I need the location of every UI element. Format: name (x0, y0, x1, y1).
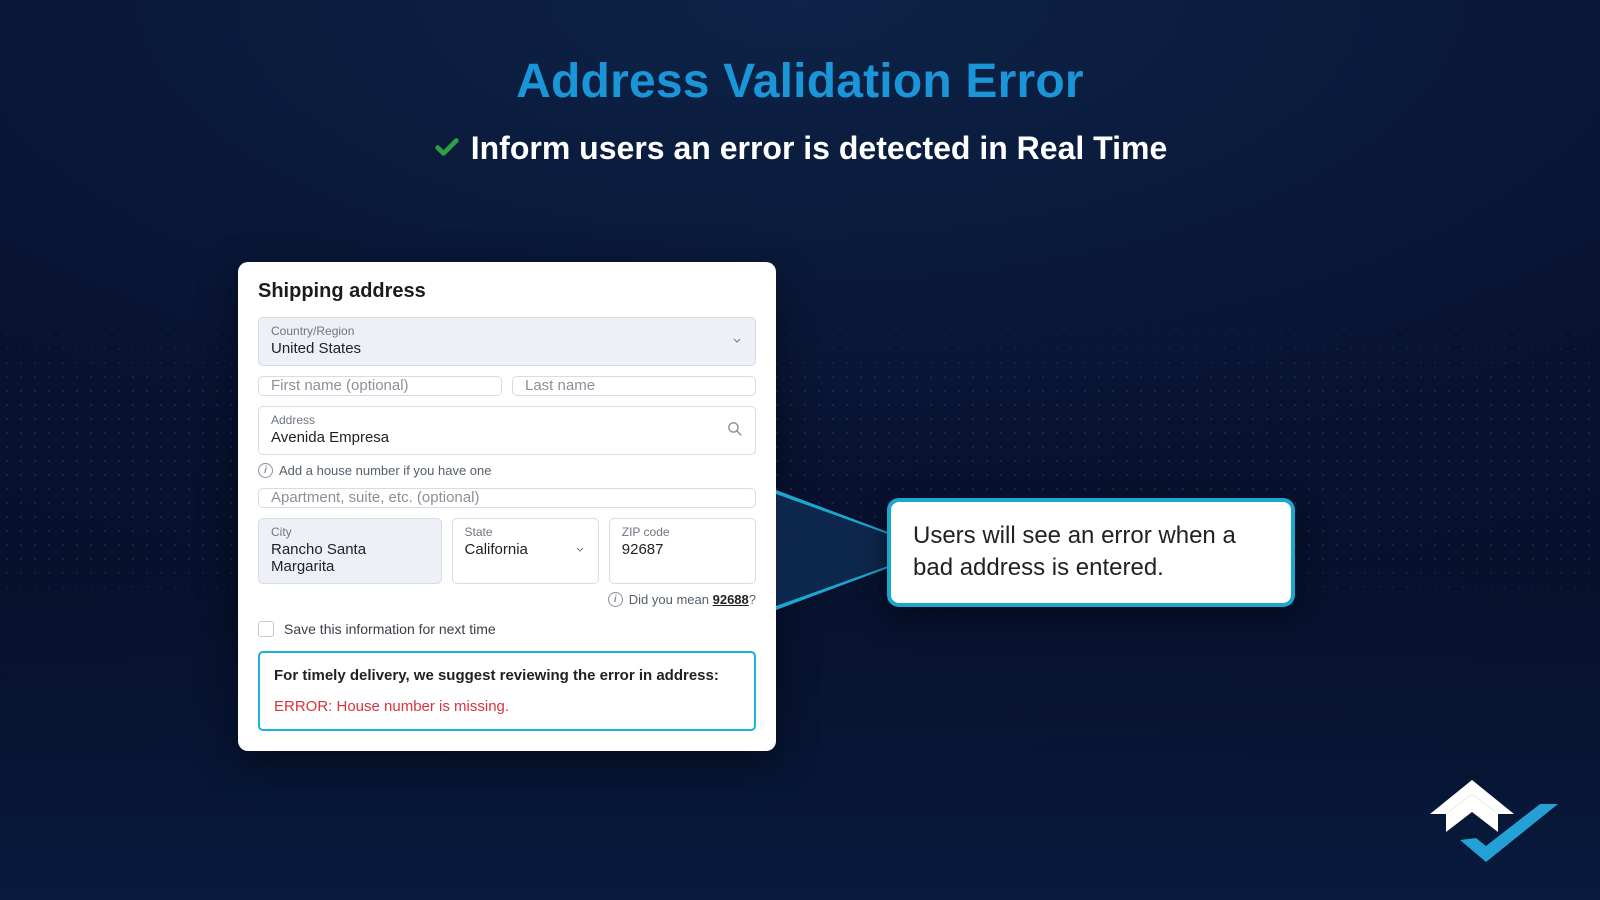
address-value: Avenida Empresa (259, 427, 755, 454)
last-name-field[interactable]: Last name (512, 376, 756, 396)
address-label: Address (259, 407, 755, 427)
state-label: State (453, 519, 598, 539)
explanation-callout: Users will see an error when a bad addre… (887, 498, 1295, 607)
check-icon (433, 132, 461, 169)
city-label: City (259, 519, 441, 539)
zip-suggestion-hint[interactable]: i Did you mean 92688? (258, 592, 756, 607)
first-name-placeholder: First name (optional) (259, 363, 421, 408)
shipping-form-card: Shipping address Country/Region United S… (238, 262, 776, 751)
zip-value: 92687 (610, 539, 755, 566)
save-info-checkbox[interactable] (258, 621, 274, 637)
page-subtitle: Inform users an error is detected in Rea… (471, 130, 1168, 166)
page-title: Address Validation Error (0, 54, 1600, 109)
search-icon (726, 420, 743, 442)
address-field[interactable]: Address Avenida Empresa (258, 406, 756, 455)
apartment-placeholder: Apartment, suite, etc. (optional) (259, 475, 491, 520)
info-icon: i (608, 592, 623, 607)
zip-hint-prefix: Did you mean (629, 592, 713, 607)
state-select[interactable]: State California (452, 518, 599, 584)
last-name-placeholder: Last name (513, 363, 607, 408)
chevron-down-icon (731, 334, 743, 349)
error-panel-message: ERROR: House number is missing. (274, 698, 740, 715)
country-select[interactable]: Country/Region United States (258, 317, 756, 366)
form-heading: Shipping address (258, 280, 756, 303)
zip-suggestion-value: 92688 (713, 592, 749, 607)
zip-field[interactable]: ZIP code 92687 (609, 518, 756, 584)
error-panel-title: For timely delivery, we suggest reviewin… (274, 667, 740, 684)
error-panel: For timely delivery, we suggest reviewin… (258, 651, 756, 731)
callout-connector (776, 490, 888, 610)
brand-logo-icon (1390, 762, 1560, 872)
apartment-field[interactable]: Apartment, suite, etc. (optional) (258, 488, 756, 508)
callout-text: Users will see an error when a bad addre… (913, 522, 1236, 581)
city-value: Rancho Santa Margarita (259, 539, 441, 583)
zip-label: ZIP code (610, 519, 755, 539)
country-value: United States (259, 338, 755, 365)
city-field[interactable]: City Rancho Santa Margarita (258, 518, 442, 584)
save-info-row[interactable]: Save this information for next time (258, 621, 756, 637)
save-info-label: Save this information for next time (284, 621, 496, 637)
zip-hint-suffix: ? (749, 592, 756, 607)
first-name-field[interactable]: First name (optional) (258, 376, 502, 396)
page-subtitle-row: Inform users an error is detected in Rea… (0, 130, 1600, 169)
chevron-down-icon (574, 544, 586, 559)
country-label: Country/Region (259, 318, 755, 338)
